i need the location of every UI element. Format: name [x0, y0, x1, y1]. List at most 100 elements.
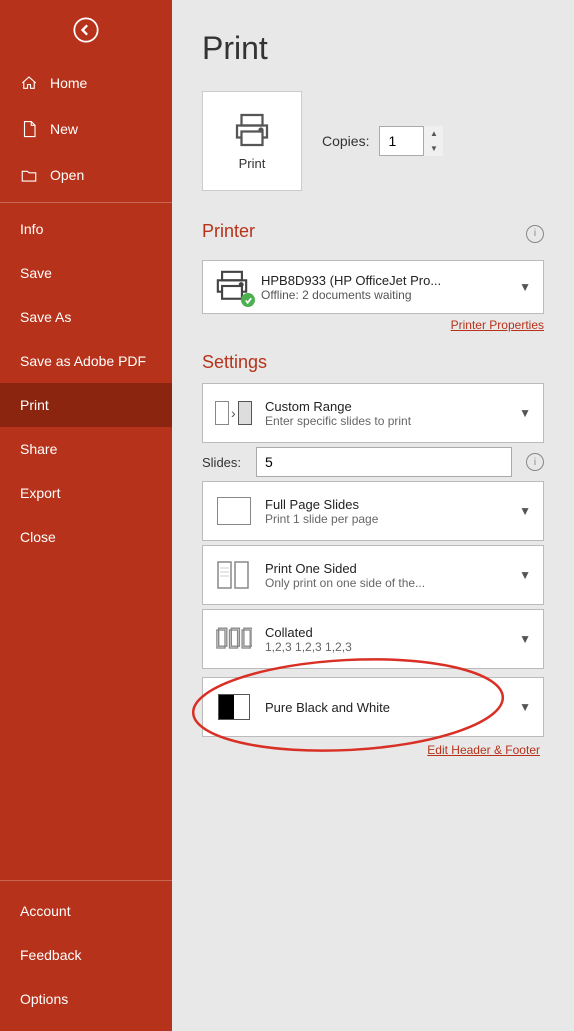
sidebar-item-label: Share	[20, 441, 57, 457]
full-page-slides-setting[interactable]: Full Page Slides Print 1 slide per page …	[202, 481, 544, 541]
printer-icon-area	[215, 269, 251, 305]
sidebar-bottom-divider	[0, 880, 172, 881]
printer-dropdown[interactable]: HPB8D933 (HP OfficeJet Pro... Offline: 2…	[202, 260, 544, 314]
sidebar-nav: Home New Open Info Save Save	[0, 60, 172, 876]
printer-section: Printer i HPB8D933 (HP OfficeJet Pro...	[202, 215, 544, 332]
collated-text: Collated 1,2,3 1,2,3 1,2,3	[265, 625, 507, 654]
check-icon	[244, 296, 253, 305]
print-sided-subtitle: Only print on one side of the...	[265, 576, 507, 590]
printer-icon	[234, 112, 270, 148]
slides-input[interactable]	[256, 447, 512, 477]
full-page-dropdown-arrow: ▼	[519, 504, 531, 518]
sidebar-item-label: Save as Adobe PDF	[20, 353, 146, 369]
sidebar-item-save[interactable]: Save	[0, 251, 172, 295]
sidebar-item-label: Print	[20, 397, 49, 413]
custom-range-setting[interactable]: › Custom Range Enter specific slides to …	[202, 383, 544, 443]
sidebar-item-label: Info	[20, 221, 43, 237]
collated-setting[interactable]: Collated 1,2,3 1,2,3 1,2,3 ▼	[202, 609, 544, 669]
full-page-subtitle: Print 1 slide per page	[265, 512, 507, 526]
sidebar-item-save-as[interactable]: Save As	[0, 295, 172, 339]
print-sided-title: Print One Sided	[265, 561, 507, 576]
collated-icon	[216, 621, 252, 657]
sidebar-item-export[interactable]: Export	[0, 471, 172, 515]
settings-section-header: Settings	[202, 352, 544, 373]
sidebar-item-label: Save	[20, 265, 52, 281]
bw-icon-area	[215, 688, 253, 726]
printer-section-header: Printer	[202, 221, 255, 242]
custom-range-title: Custom Range	[265, 399, 507, 414]
full-page-icon-area	[215, 492, 253, 530]
printer-properties-link[interactable]: Printer Properties	[202, 318, 544, 332]
settings-section: Settings › Custom Range Enter specific s…	[202, 352, 544, 757]
collated-icon-area	[215, 620, 253, 658]
sidebar-item-label: Account	[20, 903, 71, 919]
full-page-title: Full Page Slides	[265, 497, 507, 512]
printer-online-check	[241, 293, 255, 307]
page-title: Print	[202, 30, 544, 67]
collated-subtitle: 1,2,3 1,2,3 1,2,3	[265, 640, 507, 654]
print-sided-dropdown-arrow: ▼	[519, 568, 531, 582]
pure-bw-text: Pure Black and White	[265, 700, 507, 715]
print-button-label: Print	[239, 156, 266, 171]
edit-header-footer-link[interactable]: Edit Header & Footer	[202, 743, 544, 757]
new-doc-icon	[20, 120, 38, 138]
printer-info-icon[interactable]: i	[526, 225, 544, 243]
printer-text: HPB8D933 (HP OfficeJet Pro... Offline: 2…	[261, 273, 509, 302]
full-page-icon	[217, 497, 251, 525]
sidebar-item-close[interactable]: Close	[0, 515, 172, 559]
custom-range-icon-area: ›	[215, 394, 253, 432]
slides-label: Slides:	[202, 455, 246, 470]
open-folder-icon	[20, 166, 38, 184]
back-icon	[72, 16, 100, 44]
sidebar-item-options[interactable]: Options	[0, 977, 172, 1021]
sidebar-item-account[interactable]: Account	[0, 889, 172, 933]
print-top-area: Print Copies: ▲ ▼	[202, 91, 544, 191]
printer-header-row: Printer i	[202, 215, 544, 252]
copies-input-wrap: ▲ ▼	[379, 126, 443, 156]
sidebar-item-label: Export	[20, 485, 60, 501]
custom-range-subtitle: Enter specific slides to print	[265, 414, 507, 428]
sidebar-item-open[interactable]: Open	[0, 152, 172, 198]
sidebar-item-label: Options	[20, 991, 68, 1007]
sidebar-item-label: Close	[20, 529, 56, 545]
print-sided-text: Print One Sided Only print on one side o…	[265, 561, 507, 590]
sidebar-item-save-as-pdf[interactable]: Save as Adobe PDF	[0, 339, 172, 383]
sidebar-item-info[interactable]: Info	[0, 207, 172, 251]
custom-range-dropdown-arrow: ▼	[519, 406, 531, 420]
custom-range-icon: ›	[215, 399, 253, 427]
print-button[interactable]: Print	[202, 91, 302, 191]
print-sided-setting[interactable]: Print One Sided Only print on one side o…	[202, 545, 544, 605]
cr-arrow: ›	[231, 405, 236, 421]
bw-icon	[218, 694, 250, 720]
sidebar-item-new[interactable]: New	[0, 106, 172, 152]
pure-bw-setting[interactable]: Pure Black and White ▼	[202, 677, 544, 737]
copies-decrement[interactable]: ▼	[424, 141, 443, 156]
collated-dropdown-arrow: ▼	[519, 632, 531, 646]
sidebar-item-share[interactable]: Share	[0, 427, 172, 471]
sidebar-divider	[0, 202, 172, 203]
sidebar-item-label: Open	[50, 167, 84, 183]
copies-area: Copies: ▲ ▼	[322, 126, 443, 156]
slides-row: Slides: i	[202, 447, 544, 477]
copies-increment[interactable]: ▲	[424, 126, 443, 141]
sidebar-item-home[interactable]: Home	[0, 60, 172, 106]
back-button[interactable]	[0, 0, 172, 60]
sidebar: Home New Open Info Save Save	[0, 0, 172, 1031]
pure-bw-title: Pure Black and White	[265, 700, 507, 715]
copies-spinner: ▲ ▼	[423, 126, 443, 156]
cr-page-1	[215, 401, 229, 425]
full-page-text: Full Page Slides Print 1 slide per page	[265, 497, 507, 526]
printer-dropdown-arrow: ▼	[519, 280, 531, 294]
slides-info-icon[interactable]: i	[526, 453, 544, 471]
pure-bw-dropdown-arrow: ▼	[519, 700, 531, 714]
collated-title: Collated	[265, 625, 507, 640]
copies-label: Copies:	[322, 133, 369, 149]
sidebar-item-label: Save As	[20, 309, 71, 325]
pure-bw-container: Pure Black and White ▼	[202, 677, 544, 737]
sidebar-item-print[interactable]: Print	[0, 383, 172, 427]
cr-page-2	[238, 401, 252, 425]
sidebar-bottom: Account Feedback Options	[0, 876, 172, 1031]
sidebar-item-label: Feedback	[20, 947, 81, 963]
printer-status: Offline: 2 documents waiting	[261, 288, 509, 302]
sidebar-item-feedback[interactable]: Feedback	[0, 933, 172, 977]
